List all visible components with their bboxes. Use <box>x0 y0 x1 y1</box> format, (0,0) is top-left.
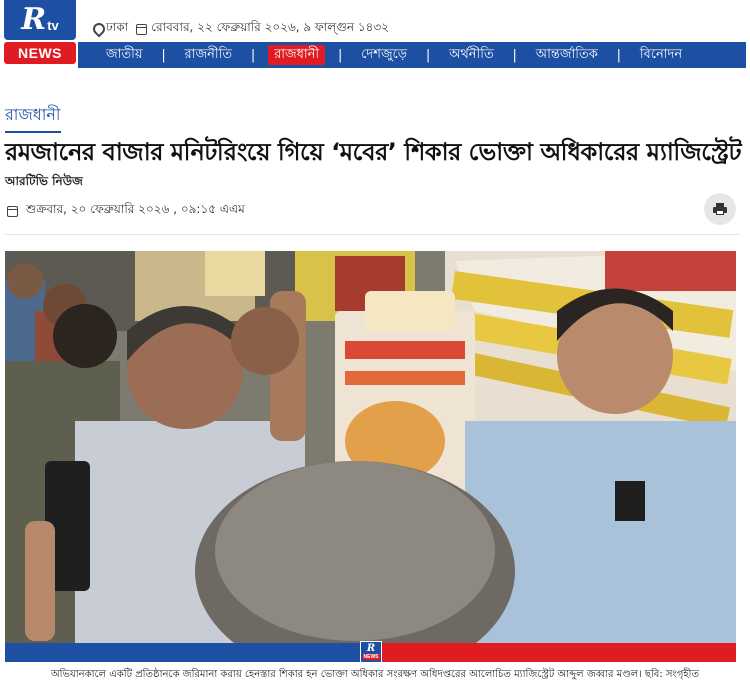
nav-item-economy[interactable]: অর্থনীতি <box>443 45 500 65</box>
location-pin-icon <box>92 23 102 36</box>
article-photo <box>5 251 736 662</box>
current-date-text: রোববার, ২২ ফেব্রুয়ারি ২০২৬, ৯ ফাল্গুন ১… <box>151 20 390 34</box>
logo-mark: Rtv <box>4 0 76 40</box>
print-button[interactable] <box>704 193 736 225</box>
nav-separator: | <box>250 47 256 63</box>
nav-separator: | <box>425 47 431 63</box>
nav-separator: | <box>512 47 517 63</box>
top-info-line: ঢাকা রোববার, ২২ ফেব্রুয়ারি ২০২৬, ৯ ফাল্… <box>92 20 389 38</box>
article-author[interactable]: আরটিভি নিউজ <box>5 173 83 193</box>
nav-separator: | <box>616 47 622 63</box>
article-category-link[interactable]: রাজধানী <box>5 102 61 133</box>
nav-item-national[interactable]: জাতীয় <box>100 45 149 65</box>
published-date: শুক্রবার, ২০ ফেব্রুয়ারি ২০২৬ , ০৯:১৫ এএ… <box>26 202 245 216</box>
site-header: Rtv NEWS ঢাকা রোববার, ২২ ফেব্রুয়ারি ২০২… <box>0 0 750 70</box>
calendar-icon <box>7 205 18 217</box>
divider <box>5 234 740 235</box>
photo-watermark-logo: R NEWS <box>360 641 382 663</box>
location-text: ঢাকা <box>106 20 129 34</box>
article-dateline: শুক্রবার, ২০ ফেব্রুয়ারি ২০২৬ , ০৯:১৫ এএ… <box>7 201 245 221</box>
calendar-icon <box>136 23 148 35</box>
photo-caption: অভিযানকালে একটি প্রতিষ্ঠানকে জরিমানা করা… <box>50 669 700 680</box>
nav-item-entertainment[interactable]: বিনোদন <box>634 45 688 65</box>
nav-item-politics[interactable]: রাজনীতি <box>179 45 239 65</box>
printer-icon <box>713 203 727 215</box>
nav-item-country[interactable]: দেশজুড়ে <box>355 45 413 65</box>
article-headline: রমজানের বাজার মনিটরিংয়ে গিয়ে ‘মবের’ শি… <box>5 138 742 166</box>
watermark-news: NEWS <box>362 654 380 660</box>
logo-suffix: tv <box>47 17 59 33</box>
watermark-letter: R <box>366 643 376 654</box>
rtv-news-logo[interactable]: Rtv NEWS <box>4 0 76 66</box>
main-navigation: জাতীয় | রাজনীতি | রাজধানী | দেশজুড়ে | … <box>78 42 746 68</box>
nav-item-capital[interactable]: রাজধানী <box>268 45 326 65</box>
nav-separator: | <box>161 47 166 63</box>
photo-illustration <box>5 251 736 662</box>
nav-separator: | <box>337 47 343 63</box>
logo-news-label: NEWS <box>4 42 76 64</box>
nav-item-international[interactable]: আন্তর্জাতিক <box>530 45 604 65</box>
logo-letter: R <box>21 2 47 37</box>
